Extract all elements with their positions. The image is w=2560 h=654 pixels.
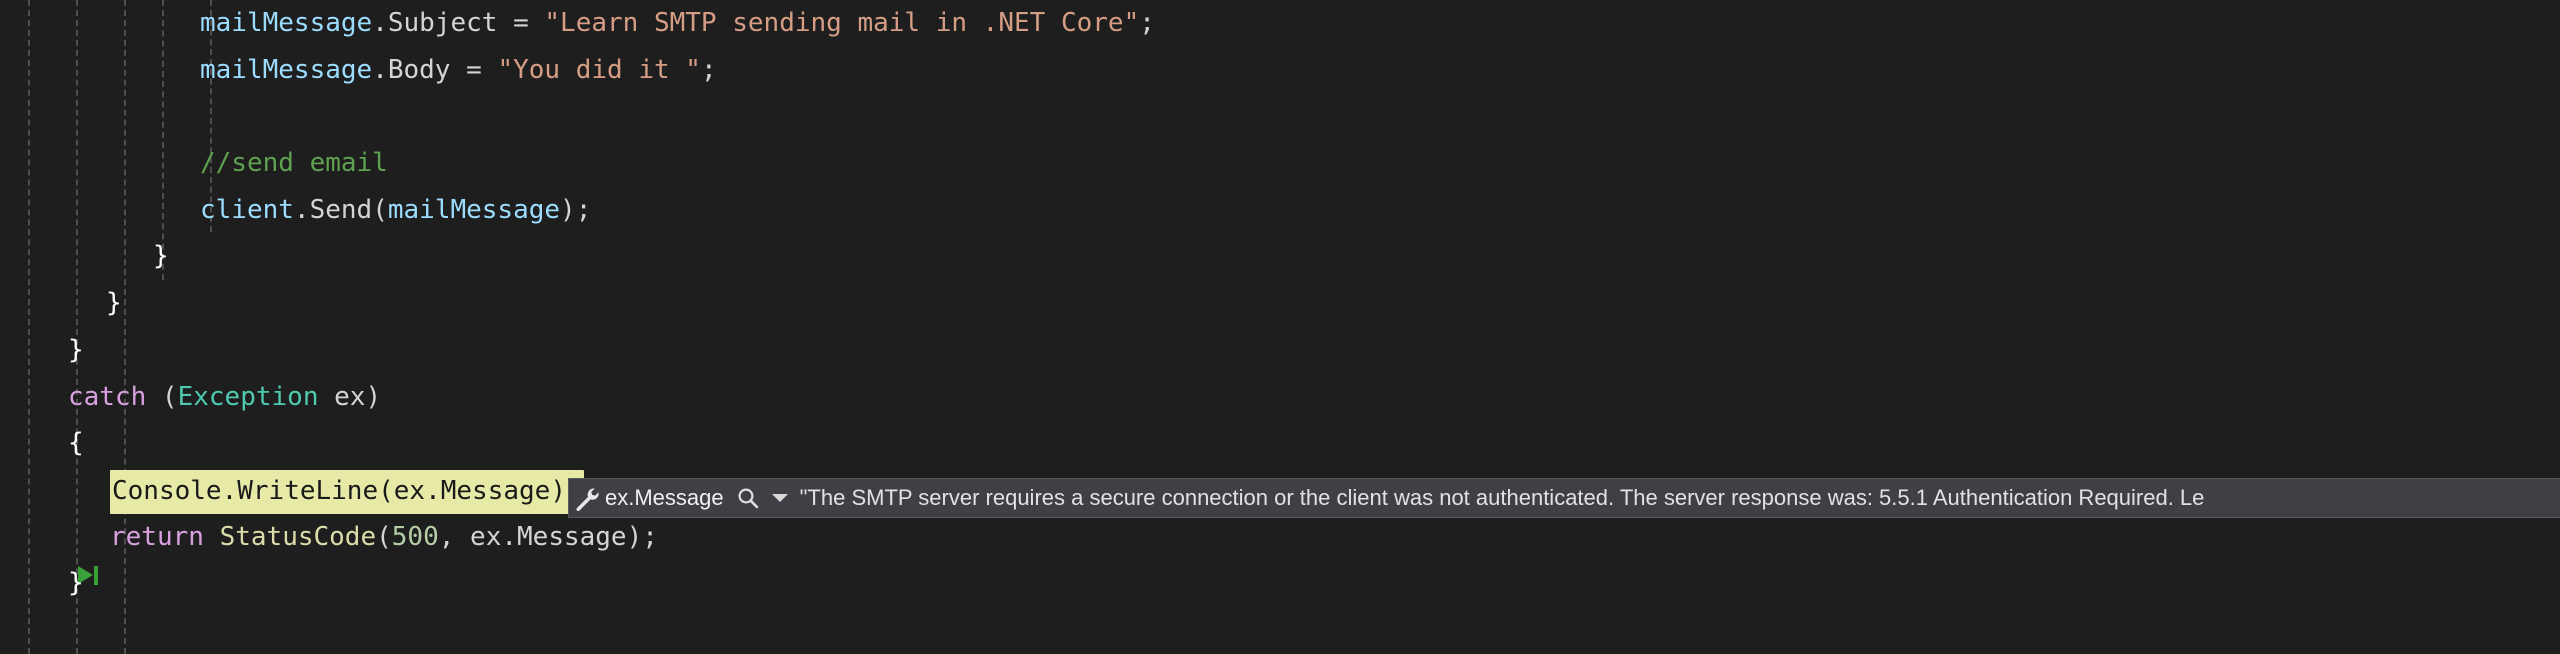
token-punct: ) [365,381,382,412]
code-line[interactable]: client.Send(mailMessage); [0,187,2560,234]
code-line[interactable]: //send email [0,140,2560,187]
token-operator: = [450,54,498,85]
token-punct: ( [146,381,178,412]
token-identifier: mailMessage [200,8,373,38]
code-line[interactable]: { [0,420,2560,467]
editor-surface[interactable]: mailMessage.Subject = "Learn SMTP sendin… [0,0,2560,654]
token-keyword: catch [68,381,147,412]
token-punct: ( [378,475,394,506]
token-brace: } [68,334,84,365]
token-punct: ; [1139,8,1155,38]
token-punct: ; [700,54,717,85]
token-keyword: return [110,521,220,552]
code-line[interactable]: } [0,560,2560,607]
code-editor-screenshot: mailMessage.Subject = "Learn SMTP sendin… [0,0,2560,654]
code-line[interactable]: catch (Exception ex) [0,374,2560,421]
token-rest: , ex.Message); [438,521,658,552]
token-string: "You did it " [497,54,701,85]
token-argument: ex.Message [393,475,551,506]
token-brace: } [153,241,169,272]
token-brace: { [68,428,84,459]
token-punct: ); [560,194,592,225]
code-line-blank[interactable] [0,93,2560,140]
code-line[interactable]: mailMessage.Body = "You did it "; [0,47,2560,94]
datatip-value: "The SMTP server requires a secure conne… [799,485,2205,510]
datatip-expression: ex.Message [605,485,724,510]
token-identifier: ex [318,381,366,412]
token-member: .Subject [372,8,498,38]
token-identifier: mailMessage [200,54,373,85]
code-line-blank[interactable] [0,607,2560,654]
token-member: .Send [293,194,373,225]
token-identifier: mailMessage [387,194,561,225]
token-identifier: client [200,194,294,225]
token-method: StatusCode [219,521,377,552]
code-lines[interactable]: mailMessage.Subject = "Learn SMTP sendin… [0,0,2560,654]
wrench-icon[interactable] [573,485,599,511]
token-punct: ( [372,194,388,225]
token-class: Console [112,475,222,506]
token-comment: //send email [200,148,388,179]
code-line[interactable]: } [0,233,2560,280]
token-number: 500 [391,521,439,552]
token-type: Exception [177,381,319,412]
chevron-down-icon[interactable] [771,494,788,502]
token-brace: } [68,568,84,599]
token-operator: = [497,8,545,38]
code-line[interactable]: return StatusCode(500, ex.Message); [0,514,2560,561]
code-line[interactable]: mailMessage.Subject = "Learn SMTP sendin… [0,0,2560,47]
token-string: "Learn SMTP sending mail in .NET Core" [544,8,1140,38]
token-punct: ( [376,521,392,552]
magnifier-icon[interactable] [734,486,760,510]
code-line[interactable]: } [0,280,2560,327]
token-member: .Body [372,54,451,85]
debugger-datatip[interactable]: ex.Message "The SMTP server requires a s… [568,478,2560,518]
code-line[interactable]: } [0,327,2560,374]
token-member: .WriteLine [221,475,379,506]
token-brace: } [106,288,122,319]
